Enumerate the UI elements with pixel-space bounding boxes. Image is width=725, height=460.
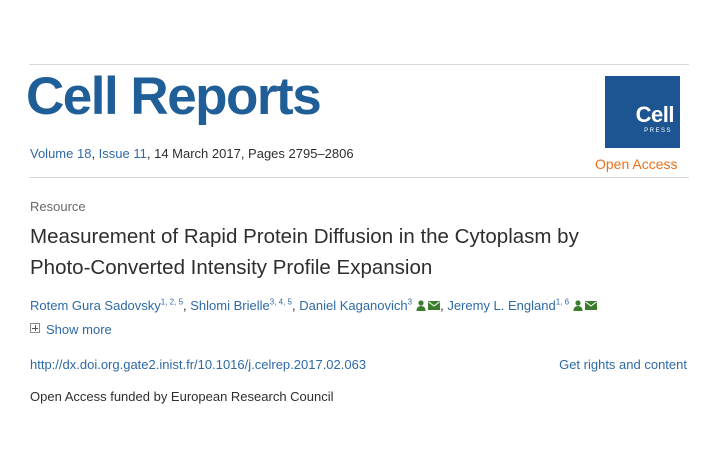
- plus-box-icon: [30, 323, 40, 333]
- date-pages: 14 March 2017, Pages 2795–2806: [154, 146, 354, 161]
- person-icon[interactable]: [416, 300, 426, 311]
- article-title-line-1: Measurement of Rapid Protein Diffusion i…: [30, 225, 579, 248]
- funding-note: Open Access funded by European Research …: [30, 389, 334, 404]
- volume-link[interactable]: Volume 18: [30, 146, 91, 161]
- doi-link[interactable]: http://dx.doi.org.gate2.inist.fr/10.1016…: [30, 357, 366, 372]
- author-list: Rotem Gura Sadovsky1, 2, 5, Shlomi Briel…: [30, 298, 598, 313]
- open-access-label: Open Access: [595, 156, 678, 172]
- author-affiliation[interactable]: 1, 2, 5: [161, 298, 183, 307]
- article-title-line-2: Photo-Converted Intensity Profile Expans…: [30, 256, 433, 279]
- author-affiliation[interactable]: 3: [408, 298, 412, 307]
- author-name[interactable]: Jeremy L. England: [447, 298, 555, 313]
- get-rights-link[interactable]: Get rights and content: [559, 357, 687, 372]
- author-name[interactable]: Rotem Gura Sadovsky: [30, 298, 161, 313]
- author-affiliation[interactable]: 1, 6: [556, 298, 569, 307]
- header-divider: [29, 177, 689, 178]
- top-rule: [29, 64, 689, 65]
- separator: ,: [91, 146, 99, 161]
- show-more-button[interactable]: Show more: [30, 322, 112, 337]
- article-title: Measurement of Rapid Protein Diffusion i…: [30, 221, 690, 283]
- journal-title[interactable]: Cell Reports: [26, 70, 322, 123]
- author-name[interactable]: Daniel Kaganovich: [299, 298, 407, 313]
- author-name[interactable]: Shlomi Brielle: [190, 298, 269, 313]
- mail-icon[interactable]: [585, 301, 598, 310]
- author-affiliation[interactable]: 3, 4, 5: [270, 298, 292, 307]
- separator: ,: [146, 146, 155, 161]
- cell-press-logo[interactable]: Cell PRESS: [605, 76, 680, 148]
- mail-icon[interactable]: [428, 301, 441, 310]
- person-icon[interactable]: [573, 300, 583, 311]
- show-more-label: Show more: [46, 322, 112, 337]
- issue-line: Volume 18, Issue 11, 14 March 2017, Page…: [30, 146, 354, 161]
- issue-link[interactable]: Issue 11: [99, 146, 147, 161]
- article-section-label: Resource: [30, 199, 86, 214]
- logo-subtext: PRESS: [644, 128, 672, 134]
- logo-text: Cell: [635, 102, 675, 127]
